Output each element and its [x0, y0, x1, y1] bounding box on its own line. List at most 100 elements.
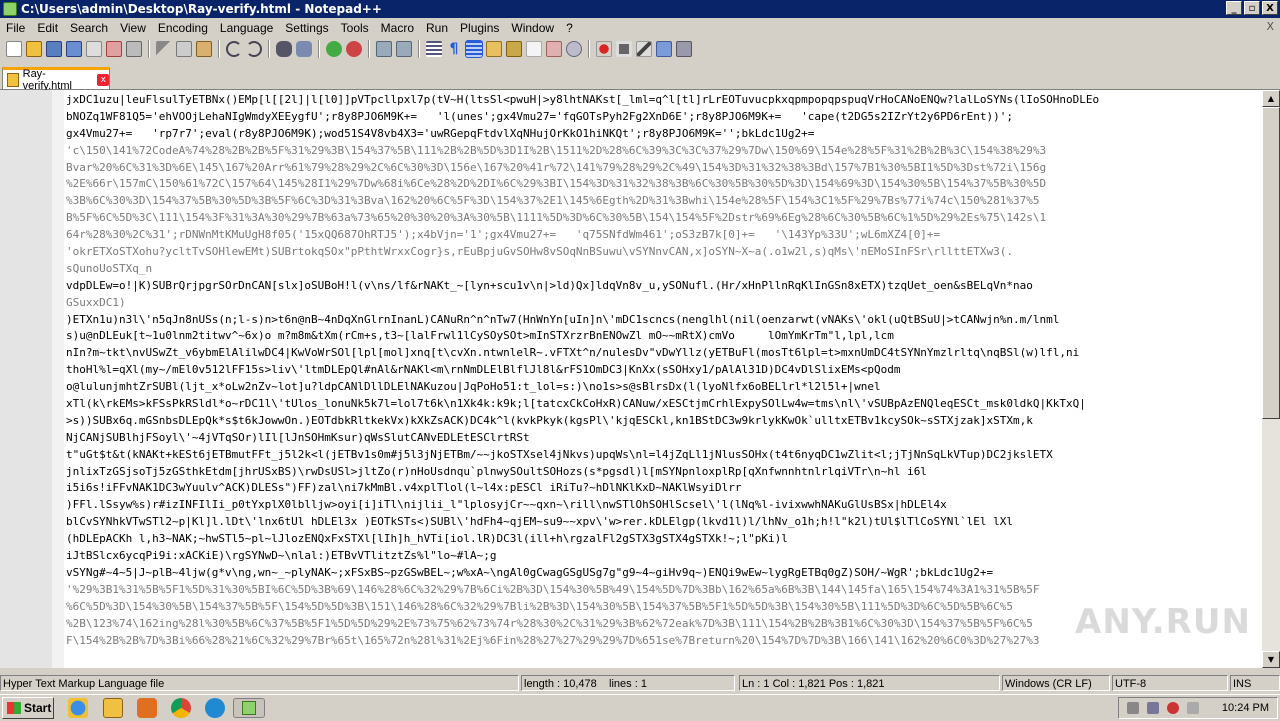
document-map-icon[interactable] — [506, 41, 522, 57]
print-icon[interactable] — [126, 41, 142, 57]
notepadpp-app-icon[interactable] — [3, 2, 17, 16]
menu-edit[interactable]: Edit — [31, 21, 64, 35]
scroll-down-arrow-icon[interactable]: ▼ — [1262, 651, 1280, 668]
save-macro-icon[interactable] — [676, 41, 692, 57]
editor-area[interactable]: jxDC1uzu|leuFlsulTyETBNx()EMp[l[[2l]|l[l… — [0, 90, 1262, 668]
code-line[interactable]: )FFl.lSsyw%s)r#izINFIlIi_p0tYxplX0lblljw… — [66, 497, 1258, 514]
zoom-out-icon[interactable] — [346, 41, 362, 57]
cut-icon[interactable] — [156, 41, 172, 57]
code-line[interactable]: blCvSYNhkVTwSTl2~p|Kl]l.lDt\'lnx6tUl hDL… — [66, 514, 1258, 531]
code-line[interactable]: iJtBSlcx6ycqPi9i:xACKiE)\rgSYNwD~\nlal:)… — [66, 548, 1258, 565]
code-line[interactable]: o@lulunjmhtZrSUBl(ljt_x*oLw2nZv~lot]u?ld… — [66, 379, 1258, 396]
tab-close-icon[interactable]: x — [97, 73, 109, 86]
network-icon[interactable] — [1147, 702, 1159, 714]
menu-help[interactable]: ? — [560, 21, 579, 35]
open-file-icon[interactable] — [26, 41, 42, 57]
code-line[interactable]: >s))SUBx6q.mGSnbsDLEpQk*s$t6kJowwOn.)EOT… — [66, 413, 1258, 430]
status-eol[interactable]: Windows (CR LF) — [1002, 675, 1110, 691]
menu-encoding[interactable]: Encoding — [152, 21, 214, 35]
code-line[interactable]: Bvar%20%6C%31%3D%6E\145\167%20Arr%61%79%… — [66, 160, 1258, 177]
function-list-icon[interactable] — [526, 41, 542, 57]
tab-ray-verify-html[interactable]: Ray-verify.html x — [2, 67, 110, 92]
code-line[interactable]: )ETXn1u)n3l\'n5qJn8nUSs(n;l-s)n>t6n@nB~4… — [66, 312, 1258, 329]
redo-icon[interactable] — [246, 41, 262, 57]
folder-as-workspace-icon[interactable] — [546, 41, 562, 57]
code-line[interactable]: NjCANjSUBlhjFSoyl\'~4jVTqSOr)lIl[lJnSOHm… — [66, 430, 1258, 447]
code-line[interactable]: xTl(k\rkEMs>kFSsPkRSldl*o~rDC1l\'tUlos_l… — [66, 396, 1258, 413]
code-text[interactable]: jxDC1uzu|leuFlsulTyETBNx()EMp[l[[2l]|l[l… — [66, 92, 1258, 649]
code-line[interactable]: jxDC1uzu|leuFlsulTyETBNx()EMp[l[[2l]|l[l… — [66, 92, 1258, 109]
notepadpp-taskbar-button[interactable] — [233, 698, 265, 718]
edge-icon[interactable] — [205, 698, 225, 718]
code-line[interactable]: gx4Vmu27+= 'rp7r7';eval(r8y8PJO6M9K);wod… — [66, 126, 1258, 143]
show-all-characters-icon[interactable]: ¶ — [446, 41, 462, 57]
code-line[interactable]: s)u@nDLEuk[t~1u0lnm2titwv^~6x)o m?m8m&tX… — [66, 328, 1258, 345]
find-icon[interactable] — [276, 41, 292, 57]
menu-run[interactable]: Run — [420, 21, 454, 35]
paste-icon[interactable] — [196, 41, 212, 57]
run-macro-multiple-icon[interactable] — [656, 41, 672, 57]
close-document-icon[interactable]: X — [1266, 20, 1274, 33]
sync-horizontal-icon[interactable] — [396, 41, 412, 57]
undo-icon[interactable] — [226, 41, 242, 57]
code-line[interactable]: (hDLEpACKh l,h3~NAK;~hwSTl5~pl~lJlozENQx… — [66, 531, 1258, 548]
play-macro-icon[interactable] — [636, 41, 652, 57]
indent-guide-icon[interactable] — [465, 40, 483, 58]
replace-icon[interactable] — [296, 41, 312, 57]
scroll-thumb[interactable] — [1262, 107, 1280, 419]
code-line[interactable]: B%5F%6C%5D%3C\111\154%3F%31%3A%30%29%7B%… — [66, 210, 1258, 227]
speaker-icon[interactable] — [1127, 702, 1139, 714]
code-line[interactable]: vdpDLEw=o!|K)SUBrQrjpgrSOrDnCAN[slx]oSUB… — [66, 278, 1258, 295]
code-line[interactable]: 'okrETXoSTXohu?ycltTvSOHlewEMt)SUBrtokqS… — [66, 244, 1258, 261]
code-line[interactable]: sQunoUoSTXq_n — [66, 261, 1258, 278]
flag-icon[interactable] — [1187, 702, 1199, 714]
menu-settings[interactable]: Settings — [279, 21, 334, 35]
code-line[interactable]: jnlixTzGSjsoTj5zGSthkEtdm[jhrUSxBS)\rwDs… — [66, 464, 1258, 481]
user-defined-language-icon[interactable] — [486, 41, 502, 57]
maximize-button[interactable]: ▫ — [1244, 1, 1260, 15]
close-button[interactable]: X — [1262, 1, 1278, 15]
code-line[interactable]: nIn?m~tkt\nvUSwZt_v6ybmElAlilwDC4|KwVoWr… — [66, 345, 1258, 362]
code-line[interactable]: %3B%6C%30%3D\154%37%5B%30%5D%3B%5F%6C%3D… — [66, 193, 1258, 210]
stop-macro-icon[interactable] — [616, 41, 632, 57]
code-line[interactable]: '%29%3B1%31%5B%5F1%5D%31%30%5BI%6C%5D%3B… — [66, 582, 1258, 599]
menu-macro[interactable]: Macro — [375, 21, 420, 35]
code-line[interactable]: t"uGt$t&t(kNAKt+kESt6jETBmutFFt_j5l2k<l(… — [66, 447, 1258, 464]
word-wrap-icon[interactable] — [426, 41, 442, 57]
vertical-scrollbar[interactable]: ▲ ▼ — [1262, 90, 1280, 668]
copy-icon[interactable] — [176, 41, 192, 57]
system-clock[interactable]: 10:24 PM — [1222, 702, 1269, 714]
menu-window[interactable]: Window — [505, 21, 560, 35]
save-icon[interactable] — [46, 41, 62, 57]
file-explorer-icon[interactable] — [103, 698, 123, 718]
media-player-icon[interactable] — [137, 698, 157, 718]
menu-file[interactable]: File — [0, 21, 31, 35]
status-encoding[interactable]: UTF-8 — [1112, 675, 1228, 691]
save-all-icon[interactable] — [66, 41, 82, 57]
internet-explorer-icon[interactable] — [68, 698, 88, 718]
sync-vertical-icon[interactable] — [376, 41, 392, 57]
code-line[interactable]: bNOZq1WF81Q5='ehVOOjLehaNIgWmdyXEEygfU';… — [66, 109, 1258, 126]
code-line[interactable]: i5i6s!iFFvNAK1DC3wYuulv^ACK)DLESs")FF)za… — [66, 480, 1258, 497]
close-all-icon[interactable] — [106, 41, 122, 57]
code-line[interactable]: thoHl%l=qXl(my~/mEl0v512lFF15s>liv\'ltmD… — [66, 362, 1258, 379]
close-icon[interactable] — [86, 41, 102, 57]
start-button[interactable]: Start — [2, 697, 54, 719]
menu-search[interactable]: Search — [64, 21, 114, 35]
code-line[interactable]: 64r%28%30%2C%31';rDNWnMtKMuUgH8f05('15xQ… — [66, 227, 1258, 244]
code-line[interactable]: %2E%66r\157mC\150%61%72C\157%64\145%28I1… — [66, 176, 1258, 193]
menu-plugins[interactable]: Plugins — [454, 21, 505, 35]
menu-tools[interactable]: Tools — [335, 21, 375, 35]
code-line[interactable]: vSYNg#~4~5|J~plB~4ljw(g*v\ng,wn~_~plyNAK… — [66, 565, 1258, 582]
monitoring-icon[interactable] — [566, 41, 582, 57]
security-alert-icon[interactable] — [1167, 702, 1179, 714]
minimize-button[interactable]: _ — [1226, 1, 1242, 15]
code-line[interactable]: GSuxxDC1) — [66, 295, 1258, 312]
record-macro-icon[interactable] — [596, 41, 612, 57]
chrome-icon[interactable] — [171, 698, 191, 718]
scroll-up-arrow-icon[interactable]: ▲ — [1262, 90, 1280, 107]
menu-language[interactable]: Language — [214, 21, 279, 35]
new-file-icon[interactable] — [6, 41, 22, 57]
zoom-in-icon[interactable] — [326, 41, 342, 57]
code-line[interactable]: 'c\150\141%72CodeA%74%28%2B%2B%5F%31%29%… — [66, 143, 1258, 160]
